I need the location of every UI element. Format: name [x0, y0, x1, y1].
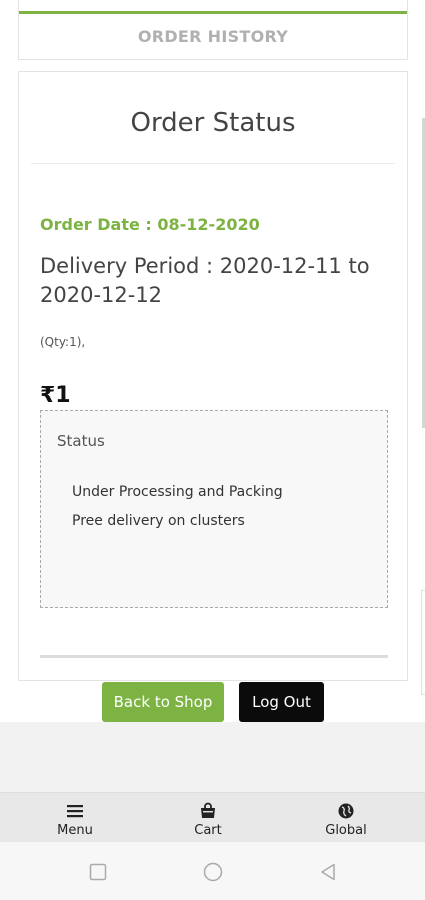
nav-label-menu: Menu [57, 823, 93, 838]
globe-icon [338, 803, 354, 819]
bottom-navigation: Menu Cart Global [0, 792, 425, 842]
side-edge-handle[interactable] [421, 590, 425, 695]
nav-item-menu[interactable]: Menu [40, 793, 110, 843]
tab-order-history[interactable]: ORDER HISTORY [19, 27, 407, 46]
active-tab-indicator [19, 11, 407, 14]
page-title: Order Status [130, 108, 296, 138]
order-status-card: Order Status Order Date : 08-12-2020 Del… [18, 71, 408, 681]
status-item: Pree delivery on clusters [72, 513, 245, 529]
order-quantity: (Qty:1), [40, 335, 86, 349]
status-item: Under Processing and Packing [72, 484, 283, 500]
status-box: Status Under Processing and Packing Pree… [40, 410, 388, 608]
recent-apps-icon[interactable] [88, 862, 108, 882]
page-footer-space [0, 722, 425, 792]
nav-item-global[interactable]: Global [311, 793, 381, 843]
nav-item-cart[interactable]: Cart [173, 793, 243, 843]
menu-icon [67, 805, 83, 818]
order-date: Order Date : 08-12-2020 [40, 215, 260, 234]
card-bottom-divider [40, 655, 388, 658]
status-heading: Status [57, 432, 105, 450]
cart-icon [201, 802, 215, 818]
home-icon[interactable] [203, 862, 223, 882]
nav-label-cart: Cart [194, 823, 222, 838]
nav-label-global: Global [325, 823, 367, 838]
order-history-tab-card: ORDER HISTORY [18, 0, 408, 60]
system-navigation-bar [0, 842, 425, 900]
delivery-period: Delivery Period : 2020-12-11 to 2020-12-… [40, 254, 370, 307]
log-out-button[interactable]: Log Out [239, 682, 324, 722]
back-to-shop-button[interactable]: Back to Shop [102, 682, 224, 722]
order-price: ₹1 [40, 383, 71, 408]
back-icon[interactable] [318, 862, 338, 882]
title-divider [31, 163, 395, 164]
